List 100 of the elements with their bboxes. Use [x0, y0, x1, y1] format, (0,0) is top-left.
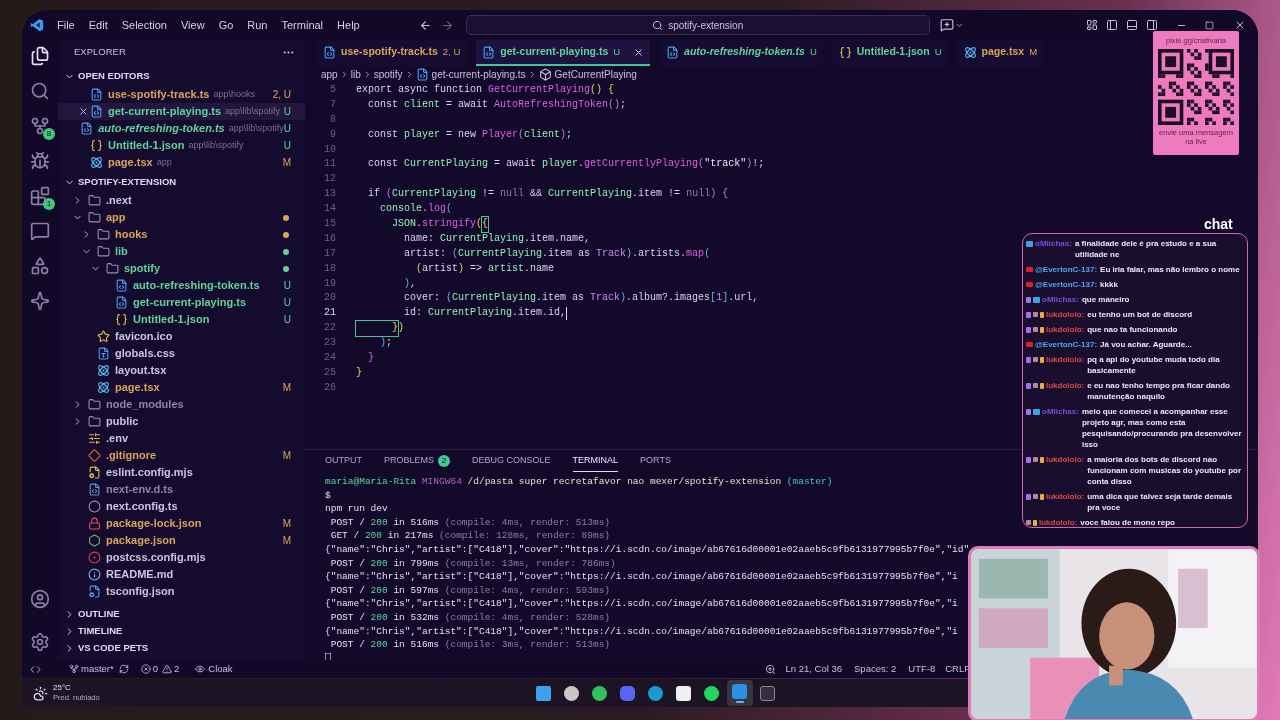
- panel-tab[interactable]: PROBLEMS 2: [384, 450, 450, 472]
- editor-tab[interactable]: page.tsx M: [957, 40, 1044, 66]
- warning-count[interactable]: 2: [174, 661, 180, 677]
- extensions-icon[interactable]: [30, 186, 50, 206]
- terminal-line: POST / 200 in 597ms (compile: 4ms, render: 593ms): [329, 583, 611, 598]
- search-icon[interactable]: [30, 81, 50, 101]
- file-name[interactable]: app: [106, 209, 126, 226]
- section-header[interactable]: OPEN EDITORS: [58, 66, 305, 86]
- menu-item[interactable]: Go: [211, 16, 241, 34]
- breadcrumb-item[interactable]: lib: [350, 67, 361, 82]
- sync-icon[interactable]: [118, 664, 129, 674]
- file-name[interactable]: page.tsx: [108, 154, 153, 171]
- menu-item[interactable]: Selection: [114, 16, 174, 34]
- bug-icon[interactable]: [30, 151, 50, 171]
- file-name[interactable]: postcss.config.mjs: [106, 549, 206, 566]
- settings-icon[interactable]: [30, 632, 50, 652]
- indent-status[interactable]: Spaces: 2: [854, 661, 897, 677]
- file-name[interactable]: spotify: [124, 260, 161, 277]
- close-icon[interactable]: [633, 46, 645, 58]
- file-name[interactable]: lib: [115, 243, 128, 260]
- file-name[interactable]: eslint.config.mjs: [106, 464, 193, 481]
- search-field[interactable]: spotify-extension: [465, 15, 930, 35]
- section-header[interactable]: SPOTIFY-EXTENSION: [58, 172, 305, 192]
- file-name[interactable]: auto-refreshing-token.ts: [133, 277, 260, 294]
- file-name[interactable]: package.json: [106, 532, 176, 549]
- chat-plus-icon[interactable]: [939, 18, 954, 32]
- section-header[interactable]: VS CODE PETS: [58, 640, 305, 657]
- branch-status[interactable]: master*: [81, 661, 114, 677]
- file-name[interactable]: README.md: [106, 566, 174, 583]
- panel-tab[interactable]: TERMINAL: [572, 450, 619, 472]
- breadcrumb-item[interactable]: get-current-playing.ts: [431, 67, 526, 82]
- chat-username: lukdololo:: [1046, 454, 1085, 465]
- file-name[interactable]: get-current-playing.ts: [108, 103, 222, 120]
- files-icon[interactable]: [30, 46, 50, 66]
- breadcrumb-item[interactable]: app: [321, 67, 338, 82]
- file-name[interactable]: Untitled-1.json: [133, 311, 210, 328]
- source-control-icon[interactable]: [30, 116, 50, 136]
- panel-left-icon[interactable]: [1106, 19, 1118, 31]
- sparkle-icon[interactable]: [30, 291, 50, 311]
- panel-tab[interactable]: DEBUG CONSOLE: [472, 450, 551, 472]
- line-number: 23: [323, 336, 337, 351]
- menu-item[interactable]: Terminal: [274, 16, 331, 34]
- file-name[interactable]: tsconfig.json: [106, 583, 175, 600]
- editor-tab[interactable]: get-current-playing.ts U: [476, 40, 651, 66]
- error-icon: [140, 664, 151, 674]
- menu-item[interactable]: Help: [330, 16, 367, 34]
- file-name[interactable]: get-current-playing.ts: [133, 294, 247, 311]
- file-name[interactable]: Untitled-1.json: [108, 137, 185, 154]
- panel-bottom-icon[interactable]: [1126, 19, 1138, 31]
- encoding-status[interactable]: UTF-8: [908, 661, 936, 677]
- file-name[interactable]: hooks: [115, 226, 148, 243]
- eol-status[interactable]: CRLF: [945, 661, 970, 677]
- file-name[interactable]: public: [106, 413, 139, 430]
- file-name[interactable]: page.tsx: [115, 379, 160, 396]
- file-name[interactable]: auto-refreshing-token.ts: [98, 120, 225, 137]
- cursor-position[interactable]: Ln 21, Col 36: [785, 661, 842, 677]
- code-icon[interactable]: [30, 663, 41, 675]
- editor-tab[interactable]: Untitled-1.json U: [832, 40, 948, 66]
- panel-tab[interactable]: PORTS: [640, 450, 671, 472]
- chat-icon[interactable]: [30, 221, 50, 241]
- menu-item[interactable]: View: [173, 16, 212, 34]
- layout-icon[interactable]: [1086, 19, 1098, 31]
- file-name[interactable]: node_modules: [106, 396, 184, 413]
- file-name[interactable]: .gitignore: [106, 447, 157, 464]
- zoom-icon[interactable]: [764, 663, 776, 675]
- error-count[interactable]: 0: [152, 661, 159, 677]
- file-name[interactable]: .next: [106, 192, 132, 209]
- file-name[interactable]: next-env.d.ts: [106, 481, 174, 498]
- file-name[interactable]: package-lock.json: [106, 515, 202, 532]
- breadcrumb-item[interactable]: spotify: [373, 67, 403, 82]
- file-name[interactable]: layout.tsx: [115, 362, 167, 379]
- line-number: 14: [323, 202, 337, 217]
- breadcrumb-item[interactable]: GetCurrentPlaying: [554, 67, 637, 82]
- section-header[interactable]: OUTLINE: [58, 606, 305, 623]
- editor-tab[interactable]: use-spotify-track.ts 2, U: [317, 40, 467, 66]
- section-header[interactable]: TIMELINE: [58, 623, 305, 640]
- panel-right-icon[interactable]: [1146, 19, 1158, 31]
- extension-status[interactable]: Cloak: [208, 661, 233, 677]
- close-icon[interactable]: [78, 106, 89, 117]
- menu-item[interactable]: File: [50, 16, 82, 34]
- forward-icon[interactable]: [440, 18, 454, 32]
- menu-item[interactable]: Edit: [81, 16, 115, 34]
- back-icon[interactable]: [418, 18, 432, 32]
- file-name[interactable]: next.config.ts: [106, 498, 178, 515]
- editor-tab[interactable]: auto-refreshing-token.ts U: [660, 40, 823, 66]
- file-name[interactable]: favicon.ico: [115, 328, 173, 345]
- code-line: cover: (CurrentPlaying.item as Track).album?.images[1].url,: [403, 291, 759, 306]
- panel-tab[interactable]: OUTPUT: [325, 450, 362, 472]
- account-icon[interactable]: [30, 589, 50, 609]
- file-name[interactable]: use-spotify-track.ts: [108, 86, 210, 103]
- file-name[interactable]: .env: [106, 430, 128, 447]
- file-name[interactable]: globals.css: [115, 345, 175, 362]
- folder-icon: [88, 415, 101, 428]
- shapes-icon[interactable]: [30, 256, 50, 276]
- terminal-line: npm run dev: [325, 502, 388, 516]
- chat-username: oMiichas:: [1042, 406, 1079, 417]
- count-badge: 2: [438, 454, 450, 467]
- maximize-icon[interactable]: [1205, 20, 1214, 30]
- close-icon[interactable]: [1234, 19, 1246, 31]
- menu-item[interactable]: Run: [240, 16, 275, 34]
